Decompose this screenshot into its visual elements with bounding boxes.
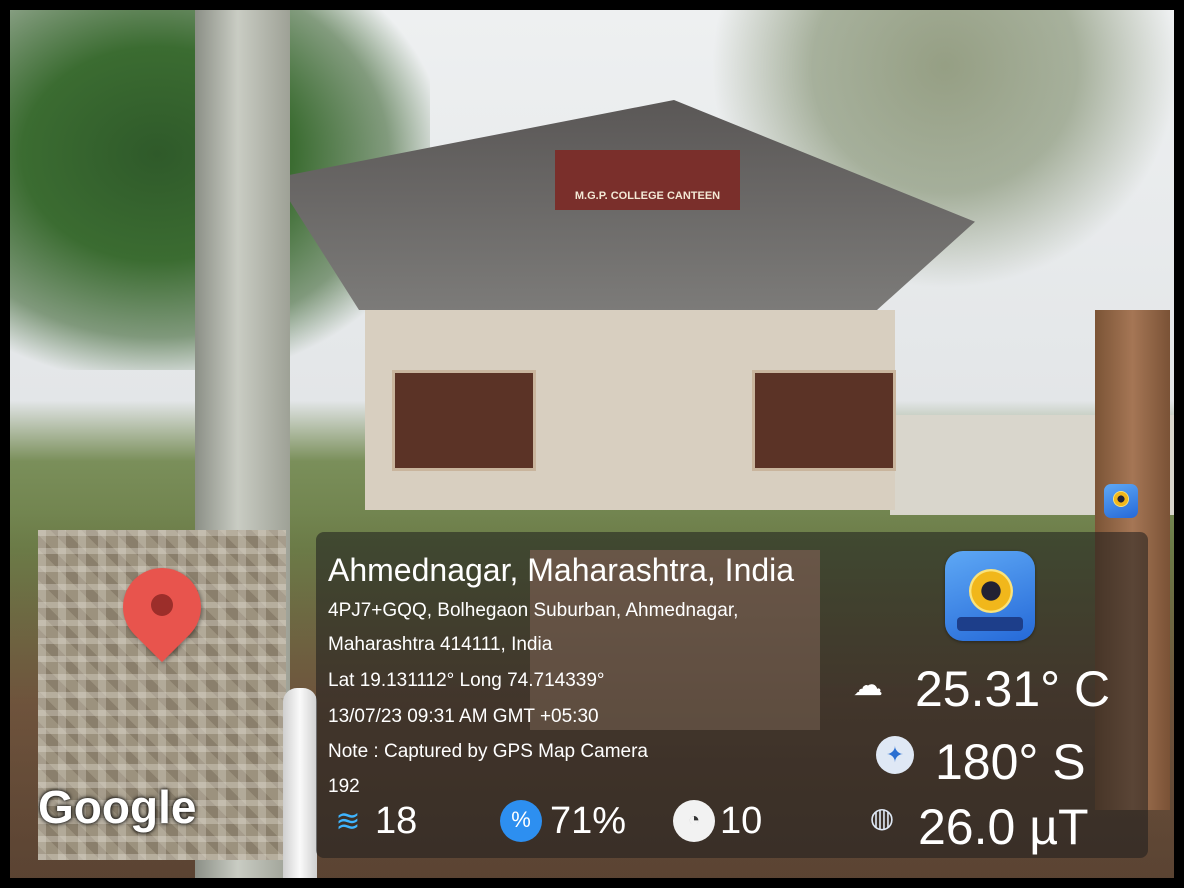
canteen-sign: M.G.P. COLLEGE CANTEEN (555, 150, 740, 210)
decor-panel-left (392, 370, 536, 471)
datetime-stamp: 13/07/23 09:31 AM GMT +05:30 (328, 706, 599, 727)
altitude-value: 192 (328, 776, 360, 797)
gps-map-camera-app-icon[interactable] (945, 551, 1035, 641)
compass-icon: ✦ (876, 736, 914, 774)
direction-value: 180° S (935, 734, 1086, 790)
magnetic-field-value: 26.0 µT (918, 799, 1089, 855)
capture-note: Note : Captured by GPS Map Camera (328, 741, 648, 762)
app-icon-banner (957, 617, 1023, 631)
wind-value: 18 (375, 800, 418, 842)
magnet-icon: ◍ (869, 802, 895, 833)
humidity-value: 71% (550, 800, 627, 842)
canteen-sign-text: M.G.P. COLLEGE CANTEEN (574, 190, 721, 202)
temperature-value: 25.31° C (915, 661, 1111, 717)
camera-lens-icon (1113, 491, 1129, 507)
decor-panel-right (752, 370, 896, 471)
camera-lens-icon (969, 569, 1013, 613)
coordinates: Lat 19.131112° Long 74.714339° (328, 670, 605, 691)
location-pin-dot (151, 594, 173, 616)
wind-icon: ≋ (335, 805, 361, 838)
gauge-icon: ◔ (673, 800, 715, 842)
photo-frame: M.G.P. COLLEGE CANTEEN Google Ahmednagar… (0, 0, 1184, 888)
google-logo: Google (38, 781, 197, 833)
white-post (283, 688, 317, 878)
address-line-1: 4PJ7+GQQ, Bolhegaon Suburban, Ahmednagar… (328, 600, 739, 621)
pressure-value: 10 (720, 800, 763, 842)
gps-map-camera-mini-icon[interactable] (1104, 484, 1138, 518)
city-line: Ahmednagar, Maharashtra, India (328, 552, 795, 588)
address-line-2: Maharashtra 414111, India (328, 634, 553, 655)
humidity-icon: % (500, 800, 542, 842)
map-thumbnail[interactable]: Google (38, 530, 286, 860)
cloud-icon: ☁ (853, 669, 883, 702)
